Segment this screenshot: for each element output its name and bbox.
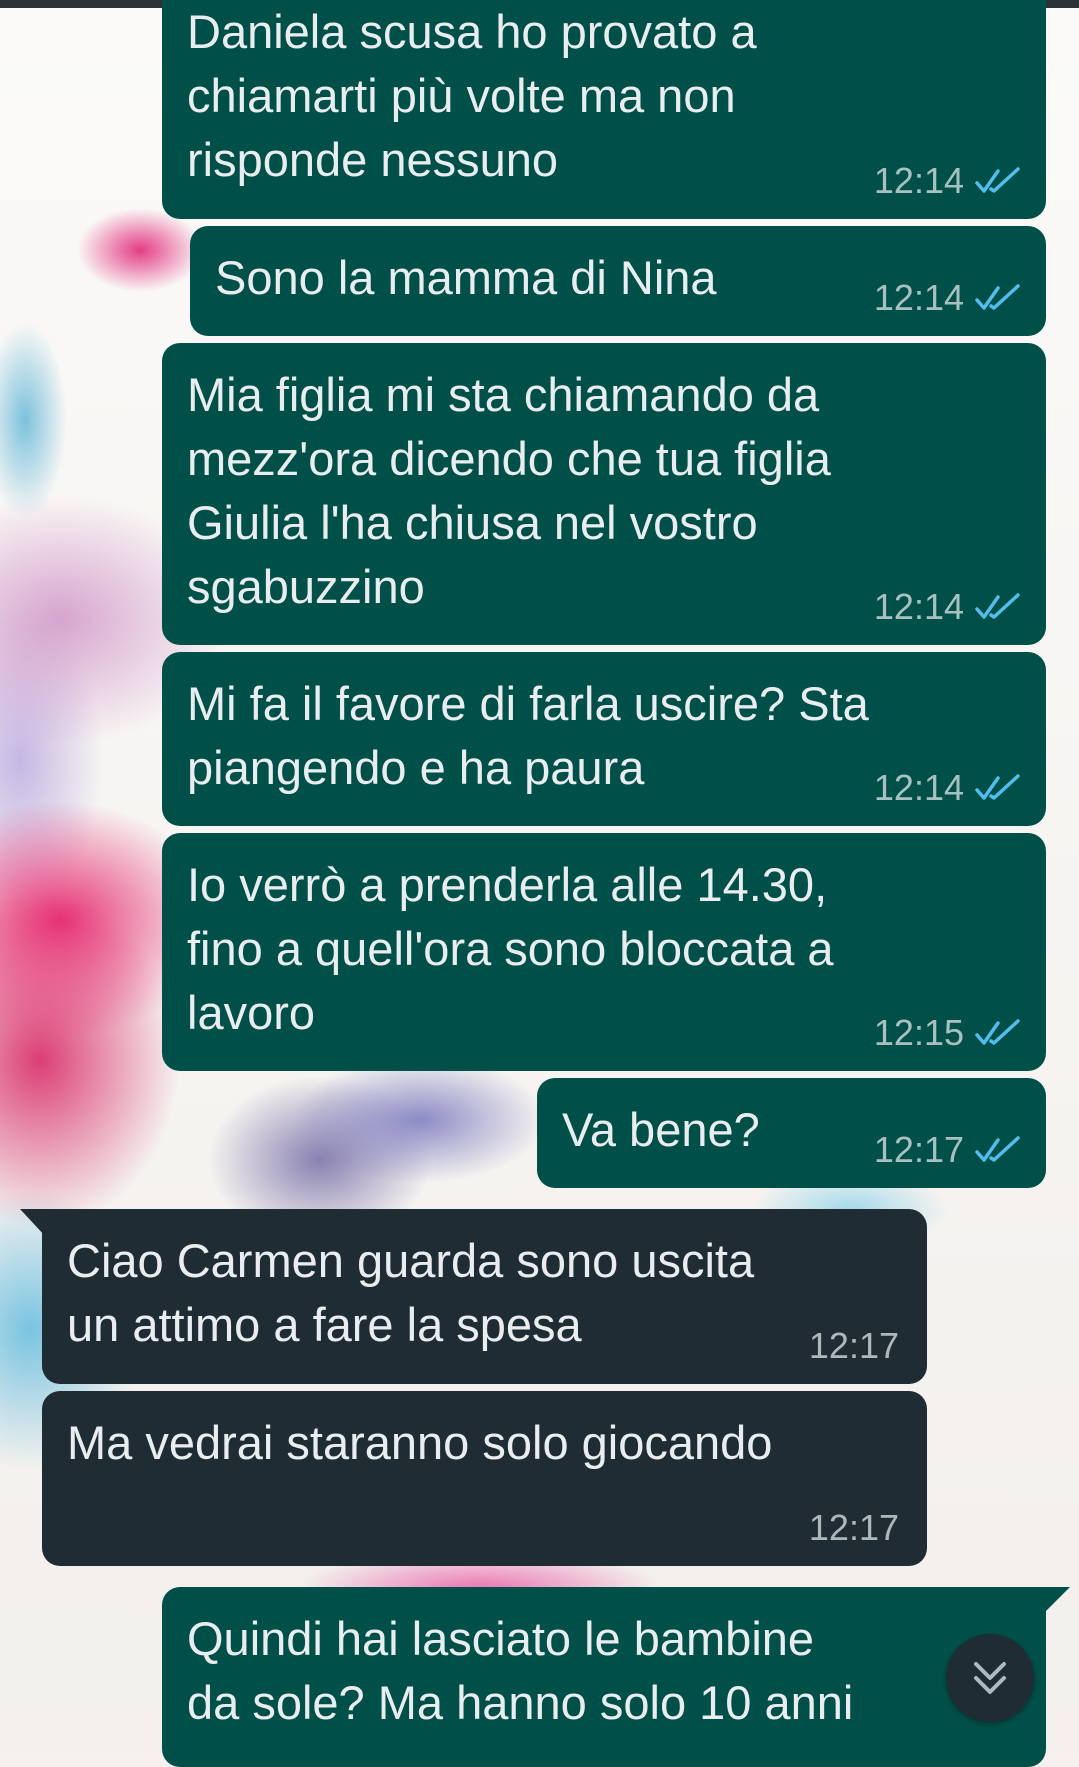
message-meta: 12:15: [874, 1013, 1022, 1053]
message-meta: 12:14: [874, 278, 1022, 318]
message-time: 12:17: [873, 1129, 964, 1170]
double-chevron-down-icon: [974, 1662, 1006, 1694]
double-check-icon: [975, 1136, 1020, 1162]
message-time: 12:17: [808, 1325, 899, 1366]
message-outgoing[interactable]: Va bene? 12:17: [537, 1078, 1046, 1188]
message-incoming[interactable]: Ma vedrai staranno solo giocando 12:17: [42, 1391, 927, 1566]
double-check-icon: [975, 284, 1020, 310]
double-check-icon: [975, 593, 1020, 619]
message-time: 12:14: [873, 160, 964, 201]
message-outgoing[interactable]: Io verrò a prenderla alle 14.30, fino a …: [162, 833, 1046, 1071]
message-incoming[interactable]: Ciao Carmen guarda sono uscita un attimo…: [42, 1209, 927, 1384]
double-check-icon: [975, 774, 1020, 800]
message-meta: 12:14: [874, 587, 1022, 627]
message-outgoing[interactable]: Quindi hai lasciato le bambine da sole? …: [162, 1587, 1046, 1767]
message-outgoing[interactable]: Mi fa il favore di farla uscire? Sta pia…: [162, 652, 1046, 826]
message-meta: 12:17: [809, 1508, 899, 1548]
message-meta: 12:17: [809, 1326, 899, 1366]
double-check-icon: [975, 1019, 1020, 1045]
message-time: 12:14: [873, 586, 964, 627]
message-text: Quindi hai lasciato le bambine da sole? …: [187, 1612, 854, 1729]
message-time: 12:17: [808, 1507, 899, 1548]
message-meta: 12:14: [874, 768, 1022, 808]
message-meta: 12:17: [874, 1130, 1022, 1170]
message-outgoing[interactable]: Mia figlia mi sta chiamando da mezz'ora …: [162, 343, 1046, 645]
message-time: 12:15: [873, 1012, 964, 1053]
message-meta: 12:14: [874, 161, 1022, 201]
message-text: Ma vedrai staranno solo giocando: [67, 1416, 773, 1469]
message-outgoing[interactable]: Daniela scusa ho provato a chiamarti più…: [162, 0, 1046, 219]
double-check-icon: [975, 167, 1020, 193]
message-text: Mia figlia mi sta chiamando da mezz'ora …: [187, 368, 831, 613]
scroll-to-bottom-button[interactable]: [946, 1634, 1034, 1722]
message-time: 12:14: [873, 767, 964, 808]
message-outgoing[interactable]: Sono la mamma di Nina 12:14: [190, 226, 1046, 336]
message-time: 12:14: [873, 277, 964, 318]
message-text: Ciao Carmen guarda sono uscita un attimo…: [67, 1234, 755, 1351]
